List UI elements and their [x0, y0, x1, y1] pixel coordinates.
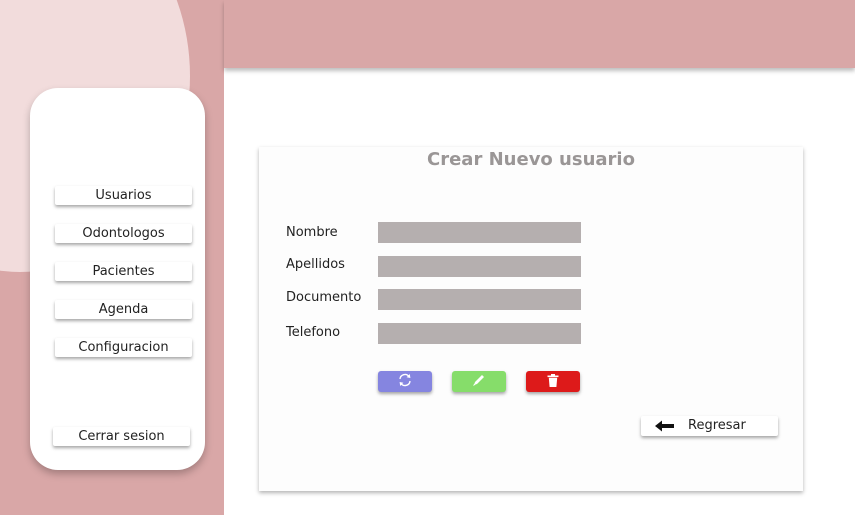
documento-label: Documento: [286, 290, 362, 305]
sidebar-item-usuarios[interactable]: Usuarios: [55, 186, 192, 205]
apellidos-input[interactable]: [378, 256, 581, 277]
nombre-label: Nombre: [286, 225, 338, 240]
logout-button[interactable]: Cerrar sesion: [53, 427, 190, 446]
nombre-input[interactable]: [378, 222, 581, 243]
create-user-form: Crear Nuevo usuario Nombre Apellidos Doc…: [259, 147, 803, 491]
page-title: Crear Nuevo usuario: [427, 149, 635, 170]
telefono-label: Telefono: [286, 325, 341, 340]
sidebar-item-odontologos[interactable]: Odontologos: [55, 224, 192, 243]
documento-input[interactable]: [378, 289, 581, 310]
arrow-left-icon: [655, 420, 675, 436]
trash-icon: [546, 373, 560, 391]
sidebar-item-agenda[interactable]: Agenda: [55, 300, 192, 319]
refresh-button[interactable]: [378, 371, 432, 392]
pencil-icon: [471, 372, 487, 391]
sidebar-item-pacientes[interactable]: Pacientes: [55, 262, 192, 281]
back-button-label: Regresar: [688, 418, 746, 433]
sidebar-menu: Usuarios Odontologos Pacientes Agenda Co…: [30, 88, 205, 470]
apellidos-label: Apellidos: [286, 257, 345, 272]
edit-button[interactable]: [452, 371, 506, 392]
telefono-input[interactable]: [378, 323, 581, 344]
delete-button[interactable]: [526, 371, 580, 392]
sidebar-item-configuracion[interactable]: Configuracion: [55, 338, 192, 357]
refresh-icon: [397, 372, 413, 391]
top-header-bar: [224, 0, 855, 68]
back-button[interactable]: Regresar: [641, 416, 778, 436]
